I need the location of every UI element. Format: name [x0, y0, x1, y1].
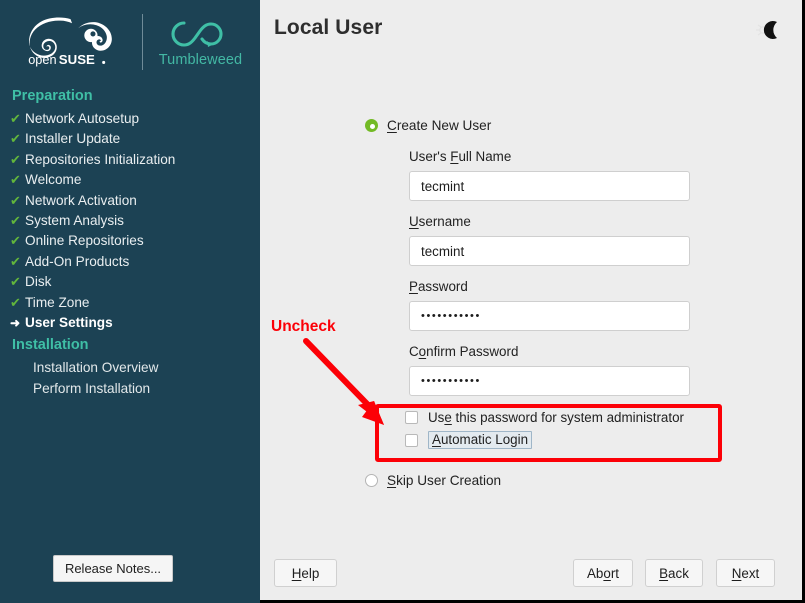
- check-icon: ✔: [10, 294, 21, 310]
- check-icon: ✔: [10, 253, 21, 269]
- opensuse-chameleon-icon: open SUSE: [28, 17, 112, 67]
- input-password[interactable]: •••••••••••: [409, 301, 690, 331]
- check-icon: ✔: [10, 131, 21, 147]
- radio-create-new-user[interactable]: Create New User: [365, 118, 491, 133]
- sidebar-step-time-zone: ✔ Time Zone: [10, 293, 260, 313]
- sidebar-step-repositories-initialization: ✔ Repositories Initialization: [10, 150, 260, 170]
- checkbox-use-password-for-admin[interactable]: Use this password for system administrat…: [405, 410, 684, 425]
- main-content: Local User Create New User User's Full N…: [260, 0, 802, 600]
- check-icon: ✔: [10, 233, 21, 249]
- sidebar-step-network-activation: ✔ Network Activation: [10, 191, 260, 211]
- label-confirm-password: Confirm Password: [409, 344, 519, 359]
- sidebar-step-welcome: ✔ Welcome: [10, 170, 260, 190]
- sidebar-step-label: Online Repositories: [25, 233, 144, 249]
- sidebar-step-add-on-products: ✔ Add-On Products: [10, 252, 260, 272]
- check-icon: ✔: [10, 213, 21, 229]
- sidebar-step-network-autosetup: ✔ Network Autosetup: [10, 109, 260, 129]
- sidebar: open SUSE Tumbleweed Preparation ✔ Network…: [0, 0, 260, 603]
- page-title: Local User: [274, 16, 383, 39]
- logo-divider: [141, 14, 143, 70]
- checkbox-indicator-automatic-login: [405, 433, 418, 447]
- sidebar-step-installer-update: ✔ Installer Update: [10, 129, 260, 149]
- sidebar-step-label: Add-On Products: [25, 253, 130, 269]
- sidebar-step-system-analysis: ✔ System Analysis: [10, 211, 260, 231]
- back-button[interactable]: Back: [645, 559, 703, 587]
- sidebar-step-label: Disk: [25, 274, 52, 290]
- label-password: Password: [409, 279, 468, 294]
- checkbox-automatic-login[interactable]: Automatic Login: [405, 431, 533, 449]
- footer-divider: [260, 546, 802, 547]
- sidebar-step-disk: ✔ Disk: [10, 272, 260, 292]
- sidebar-step-label: Perform Installation: [33, 380, 151, 396]
- check-icon: ✔: [10, 111, 21, 126]
- sidebar-step-label: Welcome: [25, 172, 82, 188]
- sidebar-step-online-repositories: ✔ Online Repositories: [10, 231, 260, 251]
- annotation-uncheck-label: Uncheck: [271, 318, 336, 335]
- sidebar-step-label: Repositories Initialization: [25, 151, 176, 167]
- input-username[interactable]: tecmint: [409, 236, 690, 266]
- installer-window: open SUSE Tumbleweed Preparation ✔ Network…: [0, 0, 805, 603]
- dark-mode-toggle-button[interactable]: [754, 17, 782, 43]
- sidebar-step-label: System Analysis: [25, 213, 124, 229]
- opensuse-logo: open SUSE: [18, 13, 130, 70]
- sidebar-step-label: User Settings: [25, 315, 113, 331]
- sidebar-step-label: Time Zone: [25, 294, 90, 310]
- checkbox-label-use-password-for-admin: Use this password for system administrat…: [428, 410, 685, 425]
- moon-icon: [756, 21, 777, 40]
- infinity-icon: [171, 20, 224, 47]
- sidebar-step-perform-installation: Perform Installation: [10, 379, 260, 399]
- installation-steps: Preparation ✔ Network Autosetup ✔ Installer …: [0, 88, 260, 399]
- label-users-full-name: User's Full Name: [409, 149, 512, 164]
- input-confirm-password[interactable]: •••••••••••: [409, 366, 690, 396]
- sidebar-step-label: Network Autosetup: [25, 111, 140, 126]
- radio-label-create-new-user: Create New User: [387, 118, 492, 133]
- checkbox-label-automatic-login: Automatic Login: [428, 431, 533, 449]
- sidebar-section-heading: Installation: [12, 337, 89, 354]
- release-notes-button[interactable]: Release Notes...: [53, 555, 173, 582]
- check-icon: ✔: [10, 151, 21, 167]
- input-users-full-name[interactable]: tecmint: [409, 171, 690, 201]
- sidebar-section-heading: Preparation: [12, 88, 93, 104]
- sidebar-step-label: Installation Overview: [33, 360, 159, 376]
- tumbleweed-label: Tumbleweed: [158, 51, 243, 68]
- tumbleweed-branding: Tumbleweed: [155, 17, 242, 68]
- radio-indicator-create-new-user: [365, 119, 378, 132]
- check-icon: ✔: [10, 274, 21, 290]
- sidebar-step-label: Installer Update: [25, 131, 121, 147]
- next-button[interactable]: Next: [716, 559, 775, 587]
- sidebar-step-label: Network Activation: [25, 192, 137, 208]
- branding-header: open SUSE Tumbleweed: [0, 0, 260, 84]
- radio-skip-user-creation[interactable]: Skip User Creation: [365, 473, 501, 488]
- check-icon: ✔: [10, 172, 21, 188]
- next-button-label: Next: [731, 565, 760, 581]
- back-button-label: Back: [659, 565, 689, 581]
- help-button-label: Help: [291, 565, 320, 581]
- check-icon: ✔: [10, 192, 21, 208]
- sidebar-step-user-settings: ➜ User Settings: [10, 313, 260, 333]
- label-username: Username: [409, 214, 471, 229]
- radio-indicator-skip-user-creation: [365, 474, 378, 487]
- sidebar-step-installation-overview: Installation Overview: [10, 358, 260, 378]
- abort-button-label: Abort: [586, 565, 620, 581]
- svg-text:SUSE: SUSE: [59, 52, 95, 67]
- svg-text:open: open: [28, 52, 56, 67]
- radio-label-skip-user-creation: Skip User Creation: [387, 473, 502, 488]
- abort-button[interactable]: Abort: [573, 559, 633, 587]
- arrow-right-icon: ➜: [10, 316, 21, 331]
- help-button[interactable]: Help: [274, 559, 337, 587]
- annotation-arrow: [303, 338, 384, 425]
